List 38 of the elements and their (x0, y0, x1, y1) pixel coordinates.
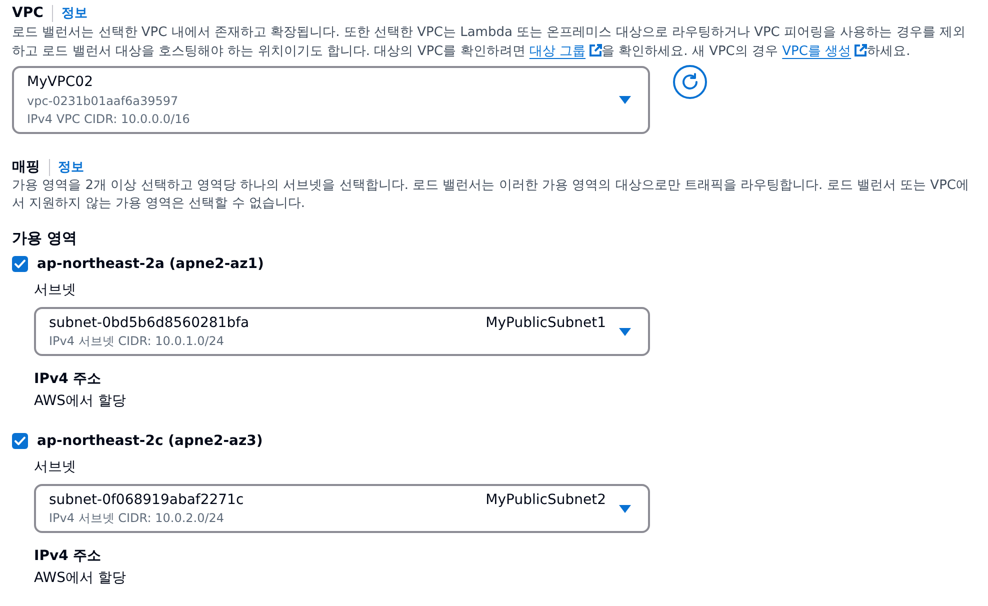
vpc-id: vpc-0231b01aaf6a39597 (27, 93, 180, 110)
external-link[interactable]: VPC를 생성 (782, 44, 868, 59)
mapping-description: 가용 영역을 2개 이상 선택하고 영역당 하나의 서브넷을 선택합니다. 로드 밸런서는 이러한 가용 영역의 대상으로만 트래픽을 라우팅합니다. 로드 밸런서 또는 VPC에서 지원하지 않는 가용 영역은 선택할 수 없습니다. (12, 177, 970, 213)
refresh-icon (681, 73, 699, 91)
subnet-cidr: IPv4 서브넷 CIDR: 10.0.1.0/24 (49, 333, 226, 350)
field-label: IPv4 주소 (34, 547, 102, 566)
caret-down-icon (619, 504, 631, 512)
availability-zone-name: ap-northeast-2a (apne2-az1) (37, 255, 264, 274)
external-link-icon (588, 44, 602, 57)
vpc-cidr: IPv4 VPC CIDR: 10.0.0.0/16 (27, 111, 191, 128)
field-value: AWS에서 할당 (34, 569, 127, 588)
checkbox[interactable] (12, 433, 28, 449)
caret-down-icon (619, 328, 631, 336)
caret-down-icon (619, 96, 631, 104)
info-link[interactable]: 정보 (58, 158, 84, 176)
vpc-select[interactable]: MyVPC02 vpc-0231b01aaf6a39597 IPv4 VPC CIDR: 10.0.0.0/16 (12, 66, 650, 134)
subnet-select[interactable]: subnet-0bd5b6d8560281bfa IPv4 서브넷 CIDR: 10.0.1.0/24 MyPublicSubnet1 (34, 307, 650, 356)
field-label: 서브넷 (34, 458, 77, 477)
field-value: AWS에서 할당 (34, 392, 127, 411)
subnet-name: MyPublicSubnet2 (486, 491, 606, 510)
subnet-id: subnet-0bd5b6d8560281bfa (49, 314, 250, 333)
section-title: VPC (12, 5, 44, 21)
subnet-id: subnet-0f068919abaf2271c (49, 491, 245, 510)
external-link-icon (854, 44, 868, 57)
section-title: 매핑 (12, 158, 40, 176)
availability-zone-name: ap-northeast-2c (apne2-az3) (37, 432, 263, 451)
field-label: IPv4 주소 (34, 370, 102, 389)
subnet-cidr: IPv4 서브넷 CIDR: 10.0.2.0/24 (49, 510, 226, 527)
availability-zones-label: 가용 영역 (12, 228, 78, 249)
field-label: 서브넷 (34, 281, 77, 300)
external-link[interactable]: 대상 그룹 (529, 44, 602, 59)
vpc-description: 로드 밸런서는 선택한 VPC 내에서 존재하고 확장됩니다. 또한 선택한 VPC는 Lambda 또는 온프레미스 대상으로 라우팅하거나 VPC 피어링을 사용하는 경우를 제외하고 로드 밸런서 대상을 호스팅해야 하는 위치이기도 합니다. 대상의 VPC를 확인하려면 대상 그룹 을 확인하세요. 새 VPC의 경우 VPC를 생성 하세요. (12, 24, 966, 61)
subnet-select[interactable]: subnet-0f068919abaf2271c IPv4 서브넷 CIDR: 10.0.2.0/24 MyPublicSubnet2 (34, 484, 650, 533)
refresh-button[interactable] (673, 65, 707, 99)
checkbox[interactable] (12, 256, 28, 272)
info-link[interactable]: 정보 (61, 4, 88, 22)
selected-vpc-name: MyVPC02 (27, 73, 94, 92)
subnet-name: MyPublicSubnet1 (486, 314, 606, 333)
